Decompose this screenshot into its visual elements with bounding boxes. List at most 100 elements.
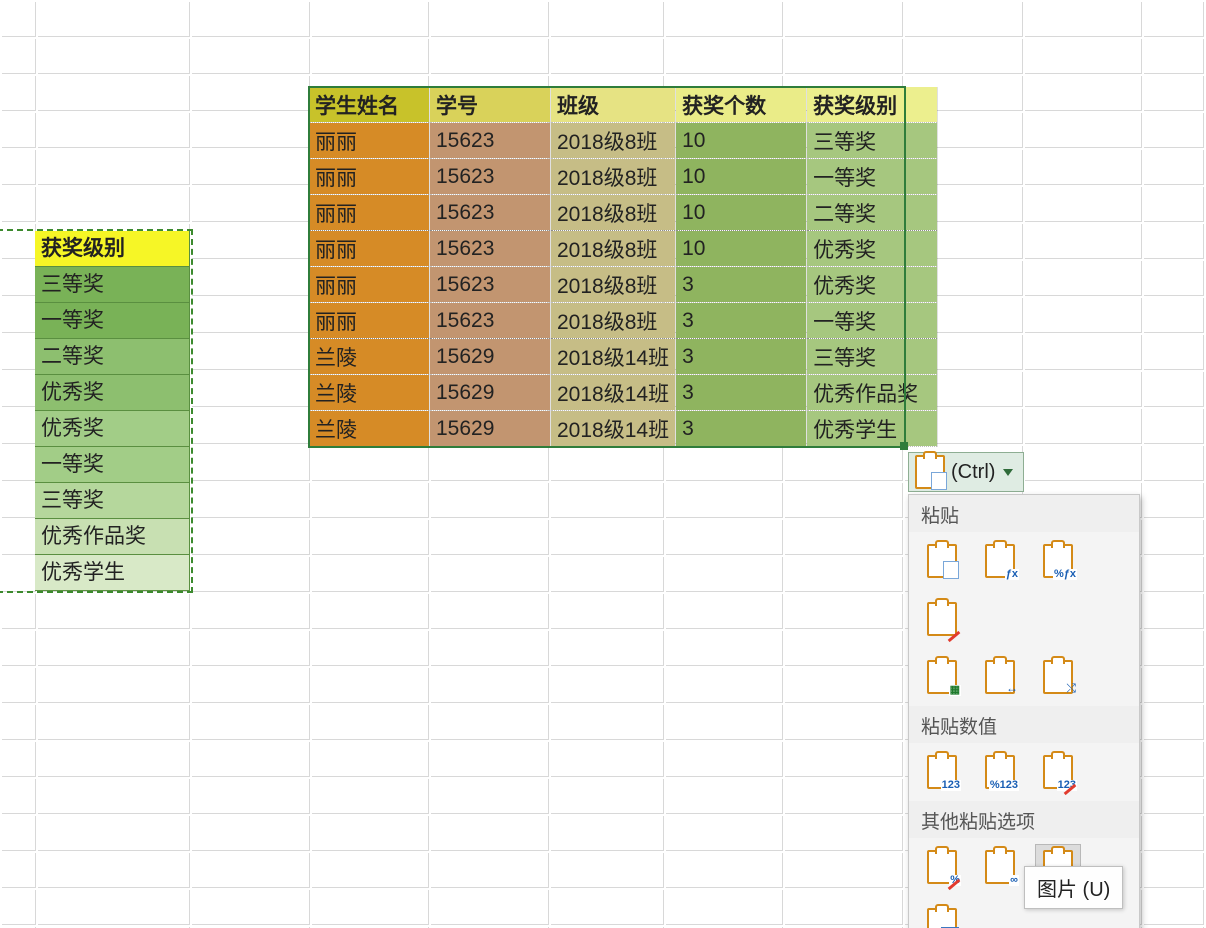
table-row: 丽丽156232018级8班10三等奖 [309, 123, 938, 159]
table-row: 丽丽156232018级8班3优秀奖 [309, 267, 938, 303]
clipboard-icon [927, 544, 957, 578]
source-row: 二等奖 [35, 339, 190, 375]
clipboard-icon: ⤭ [1043, 660, 1073, 694]
paste-keep-source-formatting[interactable] [919, 596, 965, 642]
cell: 优秀学生 [807, 411, 938, 447]
table-row: 兰陵156292018级14班3三等奖 [309, 339, 938, 375]
clipboard-icon: ƒx [985, 544, 1015, 578]
source-row: 优秀作品奖 [35, 519, 190, 555]
paste-option-tooltip: 图片 (U) [1024, 866, 1123, 909]
paste-no-borders[interactable]: ▦ [919, 654, 965, 700]
source-row: 一等奖 [35, 303, 190, 339]
section-values-title: 粘贴数值 [909, 706, 1139, 743]
paste-options-menu: 粘贴 ƒx%ƒx ▦↔⤭ 粘贴数值 123%123123 其他粘贴选项 %∞ [908, 494, 1140, 928]
cell: 丽丽 [309, 159, 430, 195]
cell: 二等奖 [807, 195, 938, 231]
clipboard-icon: 123 [927, 755, 957, 789]
cell: 2018级8班 [551, 231, 676, 267]
cell: 2018级8班 [551, 267, 676, 303]
cell: 丽丽 [309, 231, 430, 267]
source-row: 三等奖 [35, 267, 190, 303]
cell: 兰陵 [309, 375, 430, 411]
chevron-down-icon [1003, 469, 1013, 476]
cell: 3 [676, 411, 807, 447]
cell: 丽丽 [309, 195, 430, 231]
ctrl-label: (Ctrl) [951, 461, 995, 484]
col-header: 获奖级别 [807, 87, 938, 123]
paste-formulas-number-format[interactable]: %ƒx [1035, 538, 1081, 584]
clipboard-icon [915, 455, 945, 489]
cell: 2018级8班 [551, 303, 676, 339]
clipboard-icon [927, 908, 957, 928]
cell: 15629 [430, 411, 551, 447]
cell: 3 [676, 303, 807, 339]
cell: 2018级8班 [551, 195, 676, 231]
col-header: 班级 [551, 87, 676, 123]
cell: 三等奖 [807, 339, 938, 375]
cell: 10 [676, 195, 807, 231]
source-header: 获奖级别 [35, 231, 190, 267]
paste-linked-picture[interactable] [919, 902, 965, 928]
cell: 三等奖 [807, 123, 938, 159]
cell: 3 [676, 375, 807, 411]
cell: 15623 [430, 159, 551, 195]
clipboard-icon: ▦ [927, 660, 957, 694]
cell: 2018级8班 [551, 159, 676, 195]
cell: 3 [676, 339, 807, 375]
cell: 优秀奖 [807, 267, 938, 303]
paste-values[interactable]: 123 [919, 749, 965, 795]
paste-options-button[interactable]: (Ctrl) [908, 452, 1024, 492]
cell: 15623 [430, 123, 551, 159]
cell: 2018级8班 [551, 123, 676, 159]
source-row: 优秀奖 [35, 375, 190, 411]
paste-values-source-format[interactable]: 123 [1035, 749, 1081, 795]
table-row: 丽丽156232018级8班10二等奖 [309, 195, 938, 231]
clipboard-icon [927, 602, 957, 636]
col-header: 学生姓名 [309, 87, 430, 123]
cell: 15629 [430, 339, 551, 375]
cell: 丽丽 [309, 123, 430, 159]
cell: 2018级14班 [551, 339, 676, 375]
cell: 10 [676, 159, 807, 195]
cell: 兰陵 [309, 339, 430, 375]
cell: 优秀作品奖 [807, 375, 938, 411]
source-row: 一等奖 [35, 447, 190, 483]
source-column: 获奖级别 三等奖一等奖二等奖优秀奖优秀奖一等奖三等奖优秀作品奖优秀学生 [35, 231, 190, 591]
table-row: 兰陵156292018级14班3优秀作品奖 [309, 375, 938, 411]
paste-transpose[interactable]: ⤭ [1035, 654, 1081, 700]
clipboard-icon: %ƒx [1043, 544, 1073, 578]
cell: 一等奖 [807, 159, 938, 195]
paste[interactable] [919, 538, 965, 584]
source-row: 优秀学生 [35, 555, 190, 591]
cell: 丽丽 [309, 267, 430, 303]
paste-values-number-format[interactable]: %123 [977, 749, 1023, 795]
clipboard-icon: %123 [985, 755, 1015, 789]
cell: 丽丽 [309, 303, 430, 339]
cell: 一等奖 [807, 303, 938, 339]
col-header: 学号 [430, 87, 551, 123]
cell: 2018级14班 [551, 411, 676, 447]
source-row: 优秀奖 [35, 411, 190, 447]
clipboard-icon: 123 [1043, 755, 1073, 789]
clipboard-icon: ↔ [985, 660, 1015, 694]
cell: 2018级14班 [551, 375, 676, 411]
col-header: 获奖个数 [676, 87, 807, 123]
paste-formatting[interactable]: % [919, 844, 965, 890]
cell: 15623 [430, 303, 551, 339]
table-row: 丽丽156232018级8班10优秀奖 [309, 231, 938, 267]
table-row: 丽丽156232018级8班3一等奖 [309, 303, 938, 339]
cell: 10 [676, 123, 807, 159]
cell: 15629 [430, 375, 551, 411]
paste-formulas[interactable]: ƒx [977, 538, 1023, 584]
cell: 15623 [430, 231, 551, 267]
source-row: 三等奖 [35, 483, 190, 519]
cell: 15623 [430, 267, 551, 303]
table-row: 丽丽156232018级8班10一等奖 [309, 159, 938, 195]
cell: 15623 [430, 195, 551, 231]
cell: 优秀奖 [807, 231, 938, 267]
section-paste-title: 粘贴 [909, 495, 1139, 532]
clipboard-icon: ∞ [985, 850, 1015, 884]
paste-link[interactable]: ∞ [977, 844, 1023, 890]
paste-keep-column-width[interactable]: ↔ [977, 654, 1023, 700]
cell: 兰陵 [309, 411, 430, 447]
